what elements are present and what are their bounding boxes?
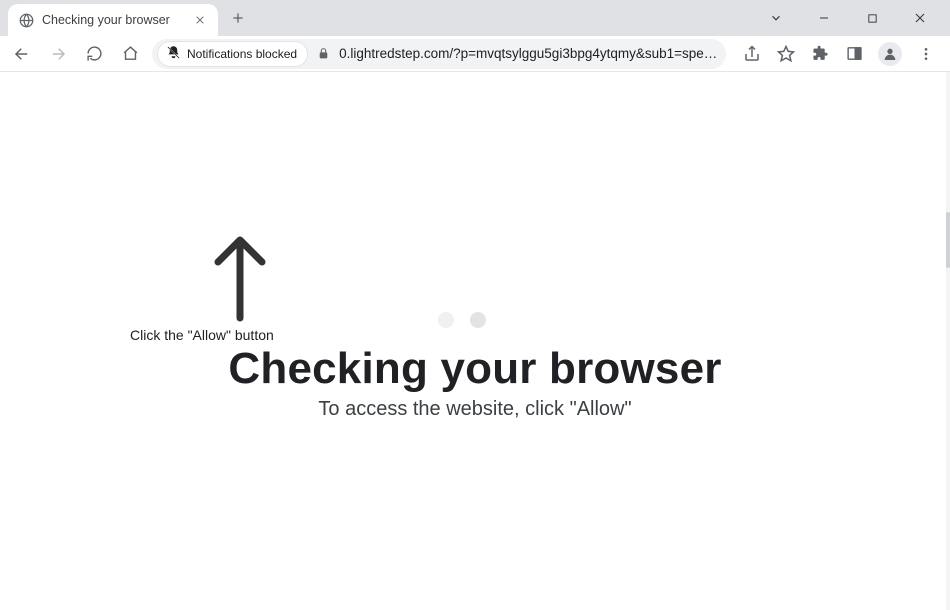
menu-button[interactable] [916, 44, 936, 64]
up-arrow-graphic [200, 232, 280, 322]
arrow-up-icon [210, 232, 270, 322]
notifications-blocked-label: Notifications blocked [187, 47, 297, 61]
lock-icon[interactable] [315, 46, 331, 62]
extensions-button[interactable] [810, 44, 830, 64]
toolbar-actions [734, 42, 942, 66]
loading-dot [438, 312, 454, 328]
side-panel-icon [846, 45, 863, 62]
chevron-down-icon [769, 11, 783, 25]
arrow-right-icon [49, 45, 67, 63]
home-button[interactable] [116, 40, 144, 68]
url-text: 0.lightredstep.com/?p=mvqtsylggu5gi3bpg4… [339, 46, 722, 61]
forward-button[interactable] [44, 40, 72, 68]
window-maximize-button[interactable] [858, 4, 886, 32]
bell-off-icon [166, 45, 181, 63]
reload-button[interactable] [80, 40, 108, 68]
maximize-icon [867, 13, 878, 24]
new-tab-button[interactable] [224, 4, 252, 32]
browser-tab-strip: Checking your browser [0, 0, 950, 36]
share-icon [743, 45, 761, 63]
profile-button[interactable] [878, 42, 902, 66]
window-close-button[interactable] [906, 4, 934, 32]
puzzle-icon [812, 45, 829, 62]
side-panel-button[interactable] [844, 44, 864, 64]
page-subhead: To access the website, click "Allow" [0, 398, 950, 421]
address-bar[interactable]: Notifications blocked 0.lightredstep.com… [152, 39, 726, 69]
page-headline-wrap: Checking your browser [0, 344, 950, 394]
kebab-icon [918, 46, 934, 62]
loading-dot [470, 312, 486, 328]
reload-icon [86, 45, 103, 62]
arrow-left-icon [13, 45, 31, 63]
minimize-icon [818, 12, 830, 24]
close-icon [195, 15, 205, 25]
browser-toolbar: Notifications blocked 0.lightredstep.com… [0, 36, 950, 72]
globe-icon [18, 12, 34, 28]
window-controls [746, 0, 950, 36]
window-chevron-button[interactable] [762, 4, 790, 32]
share-button[interactable] [742, 44, 762, 64]
tab-title: Checking your browser [42, 13, 184, 27]
home-icon [122, 45, 139, 62]
back-button[interactable] [8, 40, 36, 68]
close-icon [914, 12, 926, 24]
notifications-blocked-chip[interactable]: Notifications blocked [158, 42, 307, 66]
star-icon [777, 45, 795, 63]
arrow-caption: Click the "Allow" button [130, 327, 274, 343]
page-headline: Checking your browser [0, 344, 950, 394]
browser-tab[interactable]: Checking your browser [8, 4, 218, 36]
loading-dots [438, 312, 486, 328]
content-scrollbar[interactable] [946, 72, 950, 610]
bookmark-button[interactable] [776, 44, 796, 64]
page-content: Click the "Allow" button Checking your b… [0, 72, 950, 610]
person-icon [882, 46, 898, 62]
tab-close-button[interactable] [192, 12, 208, 28]
plus-icon [231, 11, 245, 25]
window-minimize-button[interactable] [810, 4, 838, 32]
